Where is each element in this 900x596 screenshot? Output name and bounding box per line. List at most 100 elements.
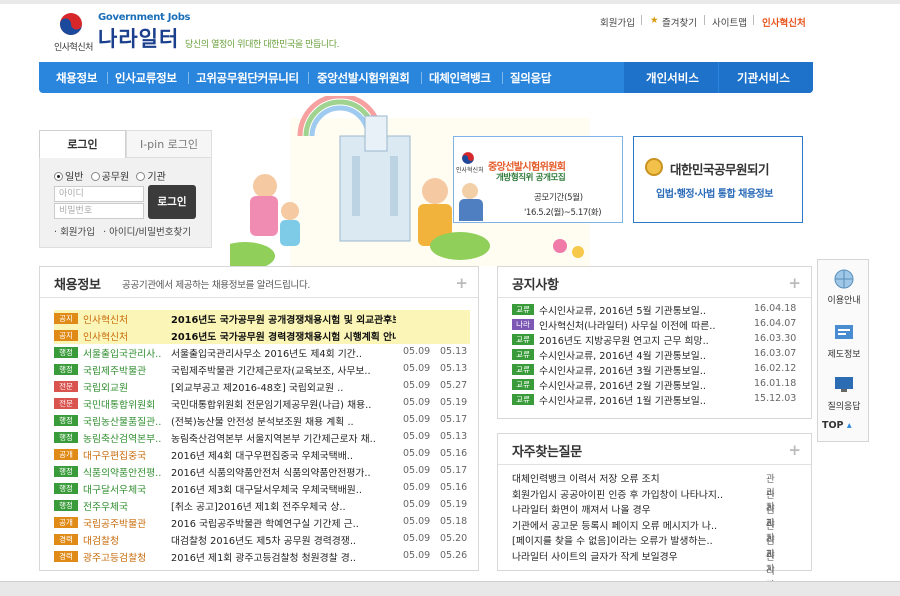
more-plus-icon[interactable]: +	[455, 274, 468, 292]
radio-agency[interactable]	[136, 172, 146, 181]
nav-senior-community[interactable]: 고위공무원단커뮤니티	[196, 70, 299, 86]
radio-general[interactable]	[54, 172, 63, 181]
job-org[interactable]: 서울출입국관리사..	[83, 346, 169, 360]
tab-ipin-login[interactable]: I-pin 로그인	[126, 130, 212, 158]
job-row[interactable]: 전문 국민대통합위원회 국민대통합위원회 전문임기제공무원(나급) 채용.. 05.0…	[54, 395, 470, 412]
job-title[interactable]: 농림축산검역본부 서울지역본부 기간제근로자 채..	[171, 431, 396, 445]
nav-agency-service[interactable]: 기관서비스	[719, 62, 813, 93]
notice-row[interactable]: 교류 수시인사교류, 2016년 3월 기관통보일.. 16.02.12	[512, 362, 796, 377]
job-row[interactable]: 공개 국립공주박물관 2016 국립공주박물관 학예연구실 기간제 근.. 05.09…	[54, 514, 470, 531]
job-title[interactable]: 2016년도 국가공무원 경력경쟁채용시험 시행계획 안내	[171, 329, 396, 343]
job-row[interactable]: 경력 광주고등검찰청 2016년 제1회 광주고등검찰청 청원경찰 경.. 05.09…	[54, 548, 470, 565]
notice-text[interactable]: 수시인사교류, 2016년 2월 기관통보일..	[539, 378, 749, 392]
job-org[interactable]: 인사혁신처	[83, 329, 169, 343]
faq-question[interactable]: 회원가입시 공공아이핀 인증 후 가입창이 나타나지..	[512, 487, 738, 501]
job-org[interactable]: 대구우편집중국	[83, 448, 169, 462]
more-plus-icon[interactable]: +	[788, 274, 801, 292]
signup-link[interactable]: 회원가입	[60, 227, 95, 238]
faq-question[interactable]: 나라일터 화면이 깨져서 나올 경우	[512, 502, 738, 516]
job-title[interactable]: 국민대통합위원회 전문임기제공무원(나급) 채용..	[171, 397, 396, 411]
job-org[interactable]: 국민대통합위원회	[83, 397, 169, 411]
id-input[interactable]: 아이디	[54, 186, 144, 202]
login-button[interactable]: 로그인	[148, 185, 196, 219]
radio-official[interactable]	[90, 172, 100, 181]
nav-substitute-bank[interactable]: 대체인력뱅크	[429, 70, 491, 86]
notice-text[interactable]: 수시인사교류, 2016년 3월 기관통보일..	[539, 363, 749, 377]
job-title[interactable]: 2016년도 국가공무원 공개경쟁채용시험 및 외교관후보자	[171, 312, 396, 326]
job-row[interactable]: 공지 인사혁신처 2016년도 국가공무원 경력경쟁채용시험 시행계획 안내	[54, 327, 470, 344]
mpm-link[interactable]: 인사혁신처	[762, 15, 806, 29]
job-row[interactable]: 행정 국립제주박물관 국립제주박물관 기간제근로자(교육보조, 사무보.. 05.09…	[54, 361, 470, 378]
faq-row[interactable]: [페이지를 찾을 수 없음]이라는 오류가 발생하는.. 관리자	[512, 532, 778, 575]
quick-qna[interactable]: 질의응답	[818, 374, 870, 412]
quick-system-info[interactable]: 제도정보	[818, 322, 870, 360]
quick-guide[interactable]: 이용안내	[818, 268, 870, 306]
job-title[interactable]: 대검찰청 2016년도 제5차 공무원 경력경쟁..	[171, 533, 396, 547]
notice-text[interactable]: 수시인사교류, 2016년 1월 기관통보일..	[539, 393, 749, 407]
brand-title[interactable]: 나라일터	[98, 23, 179, 53]
job-row[interactable]: 행정 대구달서우체국 2016년 제3회 대구달서우체국 우체국택배원.. 05.09…	[54, 480, 470, 497]
job-row[interactable]: 경력 대검찰청 대검찰청 2016년도 제5차 공무원 경력경쟁.. 05.09 05.…	[54, 531, 470, 548]
scroll-top-button[interactable]: TOP ▴	[822, 420, 852, 431]
job-title[interactable]: 2016 국립공주박물관 학예연구실 기간제 근..	[171, 516, 396, 530]
notice-title[interactable]: 공지사항	[512, 274, 559, 293]
job-row[interactable]: 공개 대구우편집중국 2016년 제4회 대구우편집중국 우체국택배.. 05.09 0…	[54, 446, 470, 463]
faq-question[interactable]: 기관에서 공고문 등록시 페이지 오류 메시지가 나..	[512, 518, 738, 532]
job-title[interactable]: 2016년 제1회 광주고등검찰청 청원경찰 경..	[171, 550, 396, 564]
job-org[interactable]: 전주우체국	[83, 499, 169, 513]
job-org[interactable]: 국립공주박물관	[83, 516, 169, 530]
job-org[interactable]: 국립제주박물관	[83, 363, 169, 377]
job-row[interactable]: 행정 전주우체국 [취소 공고]2016년 제1회 전주우체국 상.. 05.09 05…	[54, 497, 470, 514]
notice-row[interactable]: 교류 수시인사교류, 2016년 5월 기관통보일.. 16.04.18	[512, 302, 796, 317]
faq-title[interactable]: 자주찾는질문	[512, 441, 582, 460]
notice-text[interactable]: 인사혁신처(나라일터) 사무실 이전에 따른..	[539, 318, 749, 332]
more-plus-icon[interactable]: +	[788, 441, 801, 459]
job-org[interactable]: 인사혁신처	[83, 312, 169, 326]
job-row[interactable]: 전문 국립외교원 [외교부공고 제2016-48호] 국립외교원 .. 05.09 05…	[54, 378, 470, 395]
job-row[interactable]: 행정 서울출입국관리사.. 서울출입국관리사무소 2016년도 제4회 기간.. 05…	[54, 344, 470, 361]
job-org[interactable]: 식품의약품안전평..	[83, 465, 169, 479]
notice-row[interactable]: 나라 인사혁신처(나라일터) 사무실 이전에 따른.. 16.04.07	[512, 317, 796, 332]
job-org[interactable]: 국립농산물품질관..	[83, 414, 169, 428]
join-link[interactable]: 회원가입	[600, 15, 635, 29]
sitemap-link[interactable]: 사이트맵	[712, 15, 747, 29]
job-org[interactable]: 광주고등검찰청	[83, 550, 169, 564]
job-org[interactable]: 대검찰청	[83, 533, 169, 547]
notice-text[interactable]: 수시인사교류, 2016년 4월 기관통보일..	[539, 348, 749, 362]
job-title[interactable]: 2016년 식품의약품안전처 식품의약품안전평가..	[171, 465, 396, 479]
nav-central-committee[interactable]: 중앙선발시험위원회	[317, 70, 410, 86]
notice-row[interactable]: 교류 수시인사교류, 2016년 1월 기관통보일.. 15.12.03	[512, 392, 796, 407]
faq-question[interactable]: [페이지를 찾을 수 없음]이라는 오류가 발생하는..	[512, 533, 738, 547]
job-title[interactable]: [외교부공고 제2016-48호] 국립외교원 ..	[171, 380, 396, 394]
notice-row[interactable]: 교류 수시인사교류, 2016년 2월 기관통보일.. 16.01.18	[512, 377, 796, 392]
nav-qna[interactable]: 질의응답	[510, 70, 551, 86]
job-title[interactable]: 서울출입국관리사무소 2016년도 제4회 기간..	[171, 346, 396, 360]
job-row[interactable]: 행정 농림축산검역본부.. 농림축산검역본부 서울지역본부 기간제근로자 채.. 05…	[54, 429, 470, 446]
banner-card-civil-servant[interactable]: 대한민국공무원되기 입법·행정·사법 통합 채용정보	[633, 136, 803, 223]
job-row[interactable]: 공지 인사혁신처 2016년도 국가공무원 공개경쟁채용시험 및 외교관후보자	[54, 310, 470, 327]
job-org[interactable]: 농림축산검역본부..	[83, 431, 169, 445]
job-org[interactable]: 국립외교원	[83, 380, 169, 394]
nav-exchange[interactable]: 인사교류정보	[115, 70, 177, 86]
faq-row[interactable]: 회원가입시 공공아이핀 인증 후 가입창이 나타나지.. 관리자	[512, 486, 778, 529]
nav-jobs[interactable]: 채용정보	[56, 70, 97, 86]
job-title[interactable]: [취소 공고]2016년 제1회 전주우체국 상..	[171, 499, 396, 513]
notice-text[interactable]: 2016년도 지방공무원 연고지 근무 희망..	[539, 333, 749, 347]
banner-card-committee[interactable]: 인사혁신처 중앙선발시험위원회 개방형직위 공개모집 공모기간(5월) '16.…	[453, 136, 623, 223]
tab-login[interactable]: 로그인	[39, 130, 126, 158]
job-title[interactable]: 국립제주박물관 기간제근로자(교육보조, 사무보..	[171, 363, 396, 377]
notice-text[interactable]: 수시인사교류, 2016년 5월 기관통보일..	[539, 303, 749, 317]
faq-question[interactable]: 나라일터 사이트의 글자가 작게 보일경우	[512, 549, 738, 563]
notice-row[interactable]: 교류 수시인사교류, 2016년 4월 기관통보일.. 16.03.07	[512, 347, 796, 362]
jobs-title[interactable]: 채용정보	[54, 274, 101, 293]
password-input[interactable]: 비밀번호	[54, 203, 144, 219]
job-title[interactable]: (전북)농산물 안전성 분석보조원 채용 계획 ..	[171, 414, 396, 428]
nav-personal-service[interactable]: 개인서비스	[624, 62, 718, 93]
faq-row[interactable]: 대체인력뱅크 이력서 저장 오류 조치 관리자	[512, 470, 778, 513]
job-title[interactable]: 2016년 제3회 대구달서우체국 우체국택배원..	[171, 482, 396, 496]
favorites-link[interactable]: 즐겨찾기	[662, 15, 697, 29]
faq-row[interactable]: 기관에서 공고문 등록시 페이지 오류 메시지가 나.. 관리자	[512, 517, 778, 560]
job-row[interactable]: 행정 국립농산물품질관.. (전북)농산물 안전성 분석보조원 채용 계획 .. 05…	[54, 412, 470, 429]
faq-row[interactable]: 나라일터 사이트의 글자가 작게 보일경우관리자	[512, 548, 778, 591]
faq-question[interactable]: 대체인력뱅크 이력서 저장 오류 조치	[512, 471, 738, 485]
